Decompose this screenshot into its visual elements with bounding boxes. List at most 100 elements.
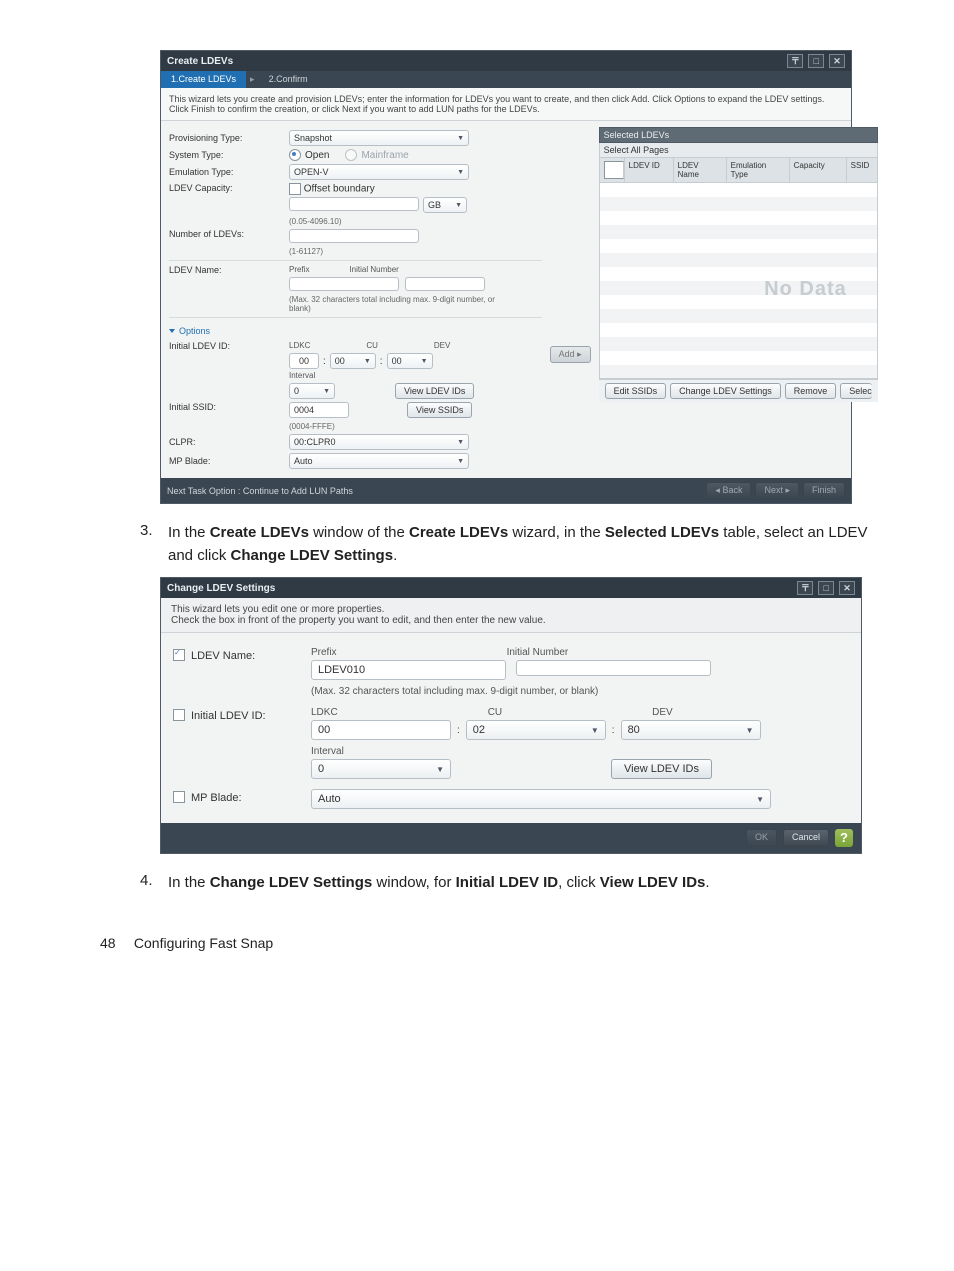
change-ldev-settings-button[interactable]: Change LDEV Settings [670,383,781,399]
dialog-titlebar: Create LDEVs 〒 □ ✕ [161,51,851,71]
col-ldev-name: LDEV Name [674,158,727,182]
view-ldev-ids-button[interactable]: View LDEV IDs [395,383,474,399]
page-number: 48 [100,935,130,951]
wizard-footer: Next Task Option : Continue to Add LUN P… [161,478,851,503]
window-controls: 〒 □ ✕ [795,581,855,595]
filter-icon[interactable]: 〒 [797,581,813,595]
ldev-name-initial-number-input[interactable] [405,277,485,291]
cancel-button[interactable]: Cancel [783,829,829,847]
filter-icon[interactable]: 〒 [787,54,803,68]
emulation-type-select[interactable]: OPEN-V▼ [289,164,469,180]
chevron-down-icon: ▼ [457,169,464,176]
change-ldev-settings-dialog: Change LDEV Settings 〒 □ ✕ This wizard l… [160,577,862,854]
mp-blade-select[interactable]: Auto▼ [311,789,771,809]
maximize-icon[interactable]: □ [818,581,834,595]
ldev-name-prefix-input[interactable]: LDEV010 [311,660,506,680]
system-type-mainframe-label: Mainframe [361,150,408,161]
ok-button[interactable]: OK [746,829,777,847]
initial-ssid-label: Initial SSID: [169,402,289,412]
edit-ssids-button[interactable]: Edit SSIDs [605,383,667,399]
step-number-4: 4. [140,872,168,895]
ldev-name-checkbox[interactable] [173,649,185,661]
window-controls: 〒 □ ✕ [785,54,845,68]
dialog-title: Change LDEV Settings [167,583,275,594]
ldkc-input: 00 [289,353,319,369]
no-data-watermark: No Data [764,278,847,301]
close-icon[interactable]: ✕ [829,54,845,68]
emulation-type-label: Emulation Type: [169,167,289,177]
ldev-name-label: LDEV Name: [169,265,289,275]
dev-select[interactable]: 00▼ [387,353,433,369]
system-type-open-radio[interactable] [289,149,301,161]
col-ldev-id: LDEV ID [625,158,674,182]
provisioning-type-select[interactable]: Snapshot▼ [289,130,469,146]
interval-select[interactable]: 0▼ [311,759,451,779]
cu-sublabel: CU [488,707,502,718]
capacity-input[interactable] [289,197,419,211]
add-button[interactable]: Add ▸ [550,346,591,363]
clpr-label: CLPR: [169,437,289,447]
cu-select[interactable]: 00▼ [330,353,376,369]
mp-blade-checkbox[interactable] [173,791,185,803]
initial-ldev-id-checkbox[interactable] [173,709,185,721]
dialog-description: This wizard lets you create and provisio… [161,88,851,121]
dev-sublabel: DEV [434,341,450,350]
dialog-title: Create LDEVs [167,56,233,67]
mp-blade-label: MP Blade: [169,456,289,466]
ldev-name-prefix-input[interactable] [289,277,399,291]
ldev-name-label: LDEV Name: [191,647,311,662]
mp-blade-select[interactable]: Auto▼ [289,453,469,469]
system-type-open-label: Open [305,150,329,161]
select-all-checkbox[interactable] [604,161,624,179]
maximize-icon[interactable]: □ [808,54,824,68]
offset-boundary-checkbox[interactable] [289,183,301,195]
selected-ldevs-title: Selected LDEVs [599,127,878,143]
initial-ssid-input[interactable]: 0004 [289,402,349,418]
back-button[interactable]: ◂ Back [706,482,751,499]
help-icon[interactable]: ? [835,829,853,847]
cu-sublabel: CU [366,341,378,350]
view-ldev-ids-button[interactable]: View LDEV IDs [611,759,712,779]
dev-select[interactable]: 80▼ [621,720,761,740]
interval-select[interactable]: 0▼ [289,383,335,399]
col-capacity: Capacity [790,158,847,182]
close-icon[interactable]: ✕ [839,581,855,595]
ldev-name-hint: (Max. 32 characters total including max.… [289,295,509,313]
prefix-sublabel: Prefix [311,647,337,658]
number-of-ldevs-input[interactable] [289,229,419,243]
clpr-select[interactable]: 00:CLPR0▼ [289,434,469,450]
section-title: Configuring Fast Snap [134,935,273,951]
col-ssid: SSID [847,158,877,182]
interval-sublabel: Interval [311,746,849,757]
initial-number-sublabel: Initial Number [507,647,569,658]
chevron-right-icon: ▸ [246,71,259,88]
number-range: (1-61127) [289,247,323,256]
select-button-truncated[interactable]: Selec [840,383,872,399]
caret-down-icon [169,329,175,333]
finish-button[interactable]: Finish [803,482,845,499]
next-button[interactable]: Next ▸ [755,482,799,499]
chevron-down-icon: ▼ [455,202,462,209]
remove-button[interactable]: Remove [785,383,837,399]
next-task-note: Next Task Option : Continue to Add LUN P… [167,486,353,496]
cu-select[interactable]: 02▼ [466,720,606,740]
dialog-footer: OK Cancel ? [161,823,861,853]
ldev-name-initial-number-input[interactable] [516,660,711,676]
initial-ldev-id-label: Initial LDEV ID: [169,341,289,351]
page-footer: 48 Configuring Fast Snap [60,935,894,951]
ldkc-sublabel: LDKC [311,707,338,718]
interval-sublabel: Interval [289,371,315,380]
view-ssids-button[interactable]: View SSIDs [407,402,472,418]
capacity-unit-select[interactable]: GB▼ [423,197,467,213]
table-action-bar: Edit SSIDs Change LDEV Settings Remove S… [599,379,878,402]
wizard-step-1[interactable]: 1.Create LDEVs [161,71,246,88]
prefix-sublabel: Prefix [289,265,309,274]
capacity-range: (0.05-4096.10) [289,217,341,226]
wizard-steps: 1.Create LDEVs ▸ 2.Confirm [161,71,851,88]
col-emulation-type: Emulation Type [727,158,790,182]
select-all-pages[interactable]: Select All Pages [599,143,878,158]
options-toggle[interactable]: Options [169,326,210,336]
ldkc-sublabel: LDKC [289,341,310,350]
number-of-ldevs-label: Number of LDEVs: [169,229,289,239]
dialog-titlebar: Change LDEV Settings 〒 □ ✕ [161,578,861,598]
